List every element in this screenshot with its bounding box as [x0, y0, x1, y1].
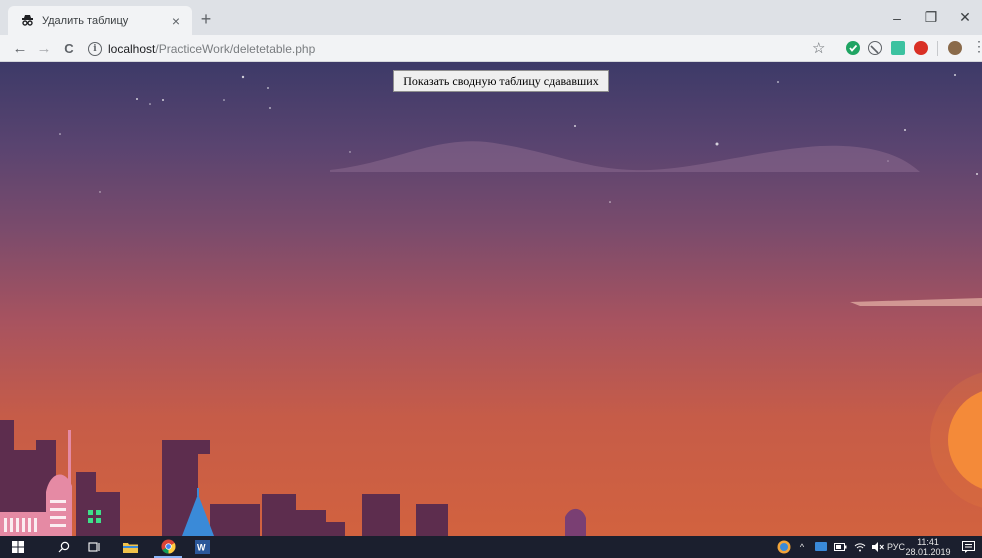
- forward-icon[interactable]: →: [34, 38, 54, 58]
- window-controls: – ❐ ✕: [880, 0, 982, 35]
- clock-time: 11:41: [917, 537, 939, 547]
- show-summary-table-button[interactable]: Показать сводную таблицу сдававших: [393, 70, 609, 92]
- taskbar-clock[interactable]: 11:41 28.01.2019: [904, 537, 952, 557]
- check-extension-icon[interactable]: [846, 41, 860, 55]
- wifi-tray-icon[interactable]: [852, 536, 868, 558]
- tab-title: Удалить таблицу: [42, 14, 129, 27]
- sky-background: [0, 74, 982, 536]
- browser-toolbar: ← → C i localhost/PracticeWork/deletetab…: [0, 35, 982, 62]
- notifications-icon[interactable]: [958, 536, 978, 558]
- page-viewport: Показать сводную таблицу сдававших: [0, 62, 982, 536]
- tab-strip: Удалить таблицу × + – ❐ ✕: [0, 0, 982, 35]
- profile-avatar-icon[interactable]: [948, 41, 962, 55]
- task-view-icon[interactable]: [82, 536, 106, 558]
- clock-date: 28.01.2019: [905, 547, 951, 557]
- help-tray-icon[interactable]: [775, 536, 793, 558]
- reload-icon[interactable]: C: [59, 38, 79, 58]
- word-taskbar-icon[interactable]: W: [190, 536, 214, 558]
- minimize-icon[interactable]: –: [880, 0, 914, 35]
- green-extension-icon[interactable]: [891, 41, 905, 55]
- new-tab-icon[interactable]: +: [196, 9, 216, 29]
- back-icon[interactable]: ←: [10, 38, 30, 58]
- tab-close-icon[interactable]: ×: [168, 13, 184, 29]
- bookmark-star-icon[interactable]: ☆: [812, 39, 825, 57]
- address-bar[interactable]: i localhost/PracticeWork/deletetable.php: [88, 38, 840, 59]
- url-path: /PracticeWork/deletetable.php: [155, 41, 316, 56]
- browser-tab[interactable]: Удалить таблицу ×: [8, 6, 192, 35]
- tray-chevron-icon[interactable]: ^: [795, 536, 809, 558]
- toolbar-separator: [937, 41, 938, 56]
- windows-taskbar: W ^ РУС 11:41 28.01.2019: [0, 536, 982, 558]
- chat-tray-icon[interactable]: [813, 536, 829, 558]
- battery-tray-icon[interactable]: [832, 536, 848, 558]
- language-indicator[interactable]: РУС: [886, 536, 906, 558]
- adblock-extension-icon[interactable]: [914, 41, 928, 55]
- volume-muted-tray-icon[interactable]: [870, 536, 886, 558]
- windows-start-icon[interactable]: [6, 536, 30, 558]
- svg-text:W: W: [197, 543, 206, 553]
- file-explorer-icon[interactable]: [118, 536, 142, 558]
- info-icon[interactable]: i: [88, 41, 102, 56]
- close-window-icon[interactable]: ✕: [948, 0, 982, 35]
- chrome-taskbar-icon[interactable]: [154, 536, 182, 558]
- block-extension-icon[interactable]: [868, 41, 882, 55]
- spy-favicon-icon: [20, 14, 34, 28]
- search-icon[interactable]: [52, 536, 76, 558]
- restore-icon[interactable]: ❐: [914, 0, 948, 35]
- url-host: localhost: [108, 41, 156, 56]
- menu-dots-icon[interactable]: ⋮: [972, 38, 982, 55]
- url-text: localhost/PracticeWork/deletetable.php: [108, 42, 315, 56]
